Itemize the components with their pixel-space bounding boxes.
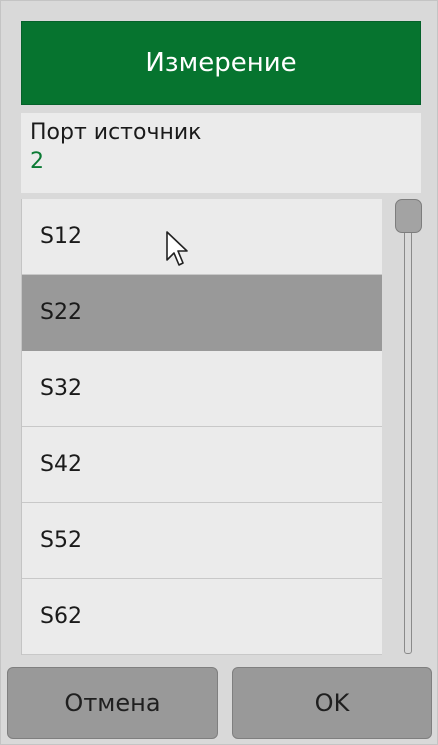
scrollbar-track[interactable] (404, 214, 412, 654)
source-port-value: 2 (30, 149, 44, 174)
measurement-dialog: Измерение Порт источник 2 S12 S22 S32 S4… (0, 0, 438, 745)
list-item-s32[interactable]: S32 (22, 351, 382, 427)
source-port-info: Порт источник 2 (21, 113, 421, 193)
s-parameter-list[interactable]: S12 S22 S32 S42 S52 S62 (21, 199, 382, 655)
list-item-s42[interactable]: S42 (22, 427, 382, 503)
list-item-s52[interactable]: S52 (22, 503, 382, 579)
list-item-s12[interactable]: S12 (22, 199, 382, 275)
dialog-title: Измерение (21, 21, 421, 105)
scrollbar-thumb[interactable] (395, 199, 422, 233)
list-item-s22[interactable]: S22 (22, 275, 382, 351)
ok-button[interactable]: OK (232, 667, 432, 739)
source-port-label: Порт источник (30, 120, 202, 145)
mouse-pointer-icon (166, 231, 188, 266)
cancel-button[interactable]: Отмена (7, 667, 218, 739)
list-item-s62[interactable]: S62 (22, 579, 382, 655)
